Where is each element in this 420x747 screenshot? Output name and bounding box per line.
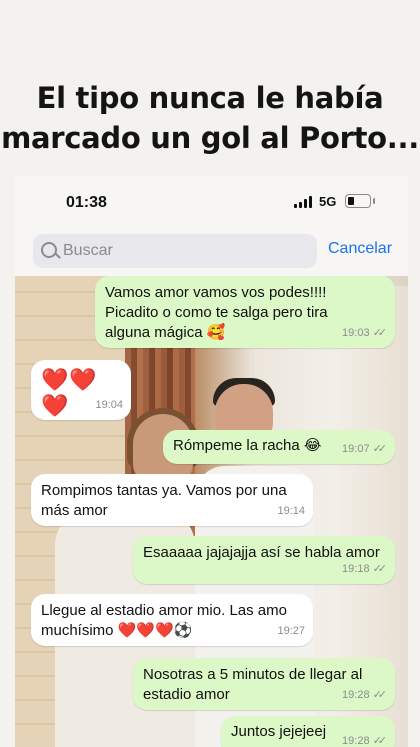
message-bubble-incoming[interactable]: ❤️❤️❤️ 19:04 (31, 360, 131, 420)
message-time: 19:07 (342, 443, 370, 455)
battery-level-fill (348, 197, 354, 205)
status-bar: 01:38 5G (15, 176, 408, 228)
message-bubble-outgoing[interactable]: Nosotras a 5 minutos de llegar al estadi… (133, 658, 395, 710)
message-time: 19:27 (277, 625, 305, 637)
message-text: Rompimos tantas ya. Vamos por una más am… (41, 482, 287, 519)
message-bubble-incoming[interactable]: Llegue al estadio amor mio. Las amo much… (31, 594, 313, 646)
headline-line-2: marcado un gol al Porto... (1, 121, 419, 155)
message-bubble-outgoing[interactable]: Juntos jejejeej 19:28 ✓✓ (221, 716, 395, 747)
search-placeholder: Buscar (63, 242, 113, 259)
battery-icon (345, 194, 375, 208)
message-time: 19:04 (95, 399, 123, 411)
network-type: 5G (319, 194, 337, 209)
headline-line-1: El tipo nunca le había (36, 81, 384, 115)
message-bubble-incoming[interactable]: Rompimos tantas ya. Vamos por una más am… (31, 474, 313, 526)
message-time: 19:18 (342, 563, 370, 575)
message-text: Llegue al estadio amor mio. Las amo much… (41, 602, 287, 639)
message-time: 19:03 (342, 327, 370, 339)
read-ticks-icon: ✓✓ (372, 563, 388, 575)
signal-icon (294, 196, 314, 208)
read-ticks-icon: ✓✓ (372, 735, 388, 747)
read-ticks-icon: ✓✓ (372, 327, 388, 339)
search-input[interactable]: Buscar (33, 234, 317, 268)
chat-screenshot: 01:38 5G Buscar Cancelar Vamos amor vamo… (15, 176, 408, 747)
search-icon (41, 242, 57, 258)
story-headline: El tipo nunca le había marcado un gol al… (0, 78, 420, 158)
message-bubble-outgoing[interactable]: Esaaaaa jajajajja así se habla amor 19:1… (133, 536, 395, 584)
message-bubble-outgoing[interactable]: Vamos amor vamos vos podes!!!! Picadito … (95, 276, 395, 348)
read-ticks-icon: ✓✓ (372, 689, 388, 701)
status-time: 01:38 (66, 194, 107, 211)
message-time: 19:14 (277, 505, 305, 517)
cancel-button[interactable]: Cancelar (328, 240, 392, 258)
message-time: 19:28 (342, 689, 370, 701)
message-time: 19:28 (342, 735, 370, 747)
read-ticks-icon: ✓✓ (372, 443, 388, 455)
search-bar: Buscar Cancelar (15, 228, 408, 276)
message-bubble-outgoing[interactable]: Rómpeme la racha 😂 19:07 ✓✓ (163, 430, 395, 464)
